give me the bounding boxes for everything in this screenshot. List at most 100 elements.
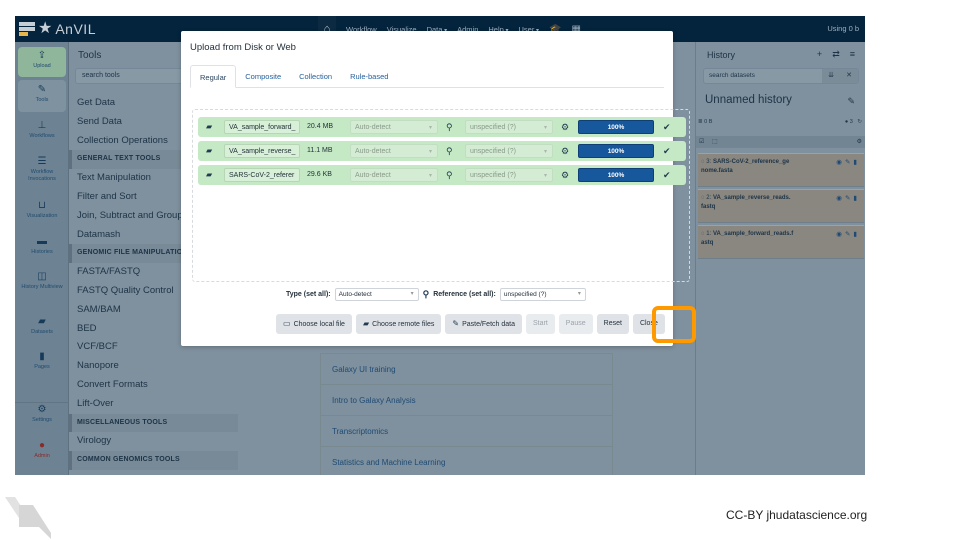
advanced-search-icon[interactable]: ⇊ [822, 69, 840, 83]
reference-select[interactable]: unspecified (?) [465, 168, 553, 183]
progress-label: 100% [607, 124, 625, 131]
activity-histories[interactable]: ▬ Histories [18, 236, 66, 256]
activity-admin[interactable]: ● Admin [18, 440, 66, 460]
tutorial-link[interactable]: Transcriptomics [320, 415, 613, 446]
spinner-icon: ◌ [701, 195, 705, 201]
file-type-select[interactable]: Auto-detect [350, 168, 438, 183]
history-dataset[interactable]: ◌ 3: SARS-CoV-2_reference_ge nome.fasta … [698, 153, 864, 187]
check-icon: ✔ [663, 146, 671, 156]
reference-set-all-select[interactable]: unspecified (?) [499, 287, 586, 301]
plus-icon[interactable]: + [817, 49, 822, 60]
select-items-icon[interactable]: ⬚ [712, 138, 718, 145]
file-type-select[interactable]: Auto-detect [350, 120, 438, 135]
type-set-all-select[interactable]: Auto-detect [334, 287, 419, 301]
search-icon[interactable]: ⚲ [423, 289, 430, 300]
switch-icon[interactable]: ⇄ [832, 49, 840, 60]
tool-section-header[interactable]: MISCELLANEOUS TOOLS [69, 413, 238, 433]
history-name: Unnamed history [705, 94, 792, 106]
choose-local-file-button[interactable]: ▭ Choose local file [276, 314, 352, 334]
jhu-slide-logo [5, 497, 51, 539]
brand-logo[interactable]: ★ AnVIL [19, 19, 96, 39]
choose-remote-files-button[interactable]: ▰ Choose remote files [355, 314, 442, 334]
tab-composite[interactable]: Composite [236, 65, 290, 88]
trash-icon[interactable]: ▮ [853, 231, 860, 238]
tool-category[interactable]: Virology [69, 432, 238, 451]
activity-visualization[interactable]: ⊔ Visualization [18, 200, 66, 220]
history-dataset[interactable]: ◌ 2: VA_sample_reverse_reads. fastq ◉✎▮ [698, 189, 864, 223]
gear-icon[interactable]: ⚙ [561, 144, 569, 158]
spinner-icon: ◌ [701, 231, 705, 237]
history-search-input[interactable]: search datasets ⇊ ✕ [703, 68, 859, 84]
activity-workflows[interactable]: ⊥ Workflows [18, 120, 66, 140]
clear-icon[interactable]: ✕ [840, 69, 858, 83]
tutorial-link[interactable]: Statistics and Machine Learning [320, 446, 613, 475]
activity-datasets[interactable]: ▰ Datasets [18, 316, 66, 336]
paste-fetch-button[interactable]: ✎ Paste/Fetch data [445, 314, 522, 334]
anvil-star-icon: ★ [38, 20, 53, 37]
pause-button[interactable]: Pause [558, 314, 593, 334]
upload-progress-bar: 100% [578, 144, 654, 158]
gear-icon[interactable]: ⚙ [561, 168, 569, 182]
file-size: 11.1 MB [307, 147, 333, 154]
tutorial-link[interactable]: Intro to Galaxy Analysis [320, 384, 613, 415]
laptop-icon: ▭ [283, 319, 291, 328]
gear-icon[interactable]: ⚙ [857, 138, 862, 145]
reference-select[interactable]: unspecified (?) [465, 144, 553, 159]
search-icon[interactable]: ⚲ [446, 168, 453, 182]
history-count[interactable]: 3 [850, 119, 853, 125]
progress-label: 100% [607, 148, 625, 155]
pencil-icon[interactable]: ✎ [847, 96, 855, 107]
search-icon[interactable]: ⚲ [446, 144, 453, 158]
set-all-row: Type (set all): Auto-detect ⚲ Reference … [286, 287, 586, 301]
checkbox-icon[interactable]: ☑ [699, 138, 704, 145]
trash-icon[interactable]: ▮ [853, 159, 860, 166]
upload-tabs: Regular Composite Collection Rule-based [190, 65, 664, 88]
file-type-select[interactable]: Auto-detect [350, 144, 438, 159]
upload-drop-zone[interactable]: ▰ VA_sample_forward_ 20.4 MB Auto-detect ⚲ un… [192, 109, 690, 282]
start-button[interactable]: Start [525, 314, 555, 334]
progress-label: 100% [607, 172, 625, 179]
tab-regular[interactable]: Regular [190, 65, 237, 88]
activity-tools[interactable]: ✎ Tools [18, 80, 66, 112]
galaxy-screenshot: ★ AnVIL ⌂ Workflow Visualize Data Admin … [15, 16, 865, 475]
upload-file-row: ▰ SARS-CoV-2_referer 29.6 KB Auto-detect ⚲ un… [198, 165, 686, 185]
activity-upload[interactable]: ⇪ Upload [18, 47, 66, 77]
eye-icon[interactable]: ◉ [836, 195, 845, 202]
search-icon[interactable]: ⚲ [446, 120, 453, 134]
user-cog-icon: ● [38, 440, 46, 451]
activity-pages[interactable]: ▮ Pages [18, 351, 66, 371]
file-name-input[interactable]: VA_sample_forward_ [224, 120, 300, 134]
reset-button[interactable]: Reset [596, 314, 629, 334]
list-icon: ☰ [37, 156, 47, 167]
reference-select[interactable]: unspecified (?) [465, 120, 553, 135]
trash-icon[interactable]: ▮ [853, 195, 860, 202]
activity-settings[interactable]: ⚙ Settings [18, 404, 66, 424]
eye-icon[interactable]: ◉ [836, 159, 845, 166]
tab-rule-based[interactable]: Rule-based [341, 65, 397, 88]
upload-file-row: ▰ VA_sample_reverse_ 11.1 MB Auto-detect ⚲ un… [198, 141, 686, 161]
tool-category[interactable]: Lift-Over [69, 395, 238, 414]
gear-icon[interactable]: ⚙ [561, 120, 569, 134]
reference-set-all-label: Reference (set all): [433, 290, 496, 298]
brand-name: AnVIL [55, 21, 96, 37]
history-selection-bar: ☑ ⬚ ⚙ [696, 136, 865, 148]
tool-category[interactable]: Nanopore [69, 357, 238, 376]
tool-section-header[interactable]: COMMON GENOMICS TOOLS [69, 451, 238, 470]
tool-category[interactable]: Convert Formats [69, 376, 238, 395]
eye-icon[interactable]: ◉ [836, 231, 845, 238]
file-name-input[interactable]: SARS-CoV-2_referer [224, 168, 300, 182]
tutorial-link[interactable]: Galaxy UI training [320, 353, 613, 384]
upload-progress-bar: 100% [578, 120, 654, 134]
history-toolbar: + ⇄ ≡ [817, 49, 855, 60]
menu-icon[interactable]: ≡ [850, 49, 855, 60]
refresh-icon[interactable]: ↻ [857, 119, 862, 125]
activity-history-multiview[interactable]: ◫ History Multiview [18, 271, 66, 291]
file-name-input[interactable]: VA_sample_reverse_ [224, 144, 300, 158]
tab-collection[interactable]: Collection [290, 65, 341, 88]
history-dataset[interactable]: ◌ 1: VA_sample_forward_reads.f astq ◉✎▮ [698, 225, 864, 259]
folder-open-icon: ▰ [362, 319, 370, 328]
file-size: 20.4 MB [307, 123, 334, 130]
activity-workflow-invocations[interactable]: ☰ Workflow Invocations [18, 156, 66, 183]
upload-button-row: ▭ Choose local file ▰ Choose remote files … [276, 314, 665, 334]
logo-shape [19, 505, 51, 539]
